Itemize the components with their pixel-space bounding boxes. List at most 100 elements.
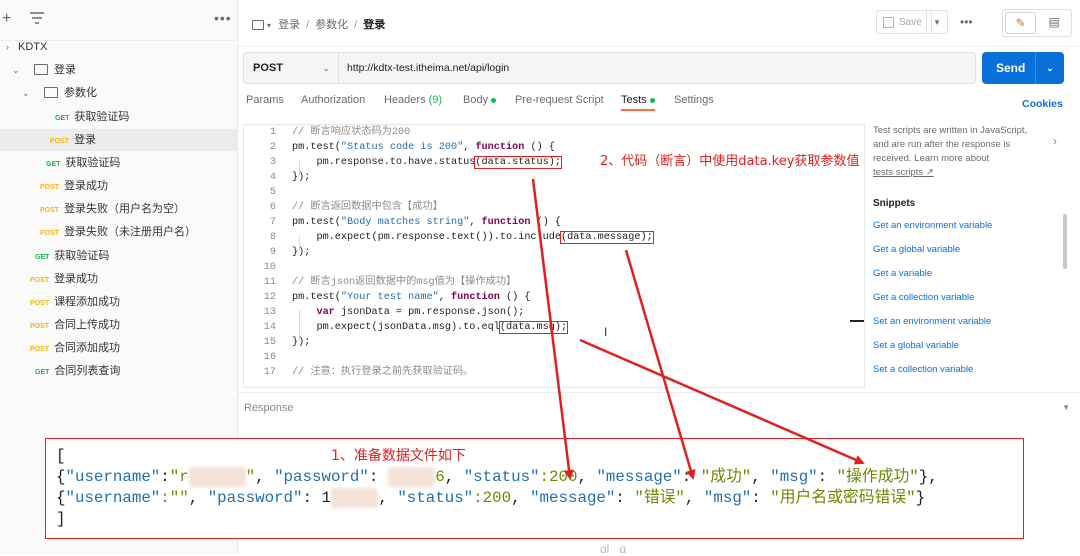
tab-settings[interactable]: Settings — [674, 94, 714, 106]
chevron-down-icon[interactable]: ▼ — [1062, 403, 1070, 412]
json-punct: } — [915, 489, 926, 507]
more-icon[interactable]: ••• — [214, 10, 232, 26]
code-keyword: function — [450, 292, 500, 303]
highlight-data-message: (data.message); — [560, 231, 654, 244]
code-line: pm.expect(jsonData.msg).to.eql(data.msg)… — [292, 320, 569, 335]
collection-kdtx[interactable]: › KDTX — [6, 36, 47, 58]
tab-body[interactable]: Body — [463, 94, 497, 106]
send-label: Send — [996, 61, 1026, 75]
code-line: pm.test("Body matches string", function … — [292, 215, 561, 230]
request-item[interactable]: POST 课程添加成功 — [30, 291, 120, 313]
code-token: pm.test( — [292, 142, 341, 153]
tab-authorization[interactable]: Authorization — [301, 94, 365, 106]
filter-icon[interactable] — [30, 12, 44, 24]
request-item[interactable]: POST 合同添加成功 — [30, 337, 120, 359]
save-button[interactable]: Save — [876, 10, 932, 34]
json-key: "msg" — [703, 489, 752, 507]
breadcrumb-item[interactable]: 登录 — [278, 19, 300, 31]
send-button[interactable]: Send ⌄ — [982, 52, 1064, 84]
cookies-link[interactable]: Cookies — [1022, 98, 1063, 110]
tests-scripts-link[interactable]: tests scripts ↗ — [873, 167, 934, 178]
line-number: 15 — [263, 337, 276, 348]
line-number: 9 — [269, 247, 276, 258]
code-token: pm.expect(pm.response.text()).to.include — [292, 232, 561, 243]
request-item[interactable]: POST 合同上传成功 — [30, 314, 120, 336]
tab-count: (9) — [428, 94, 443, 106]
method-select[interactable]: POST ⌄ — [244, 53, 339, 83]
code-string: "Body matches string" — [340, 217, 470, 228]
breadcrumb-current: 登录 — [363, 19, 386, 31]
snippet-item[interactable]: Get a variable — [873, 268, 932, 279]
tree-label: 合同列表查询 — [54, 365, 121, 377]
tab-label: Tests — [621, 94, 647, 106]
request-header: ▾ 登录 / 参数化 / 登录 Save ▾ ••• ✎ ▤ — [238, 0, 1080, 47]
tree-label: 登录 — [54, 64, 76, 76]
response-panel: Response ▼ — [238, 392, 1080, 421]
line-number: 2 — [269, 142, 276, 153]
request-item[interactable]: GET 合同列表查询 — [35, 360, 120, 382]
chevron-down-icon[interactable]: ⌄ — [1035, 52, 1064, 84]
tree-label: 获取验证码 — [54, 250, 110, 262]
method-badge: POST — [30, 323, 50, 330]
json-punct: }, — [918, 468, 938, 486]
plus-icon[interactable]: + — [2, 10, 11, 28]
code-token: , — [438, 292, 451, 303]
comment-icon[interactable]: ▤ — [1039, 12, 1069, 34]
snippet-item[interactable]: Set a collection variable — [873, 364, 973, 375]
snippet-item[interactable]: Get a global variable — [873, 244, 960, 255]
snippet-item[interactable]: Get an environment variable — [873, 220, 992, 231]
request-item[interactable]: POST 登录失败（未注册用户名） — [40, 221, 196, 243]
request-item[interactable]: GET 获取验证码 — [46, 152, 120, 174]
request-item[interactable]: POST 登录成功 — [40, 175, 108, 197]
code-token: , — [469, 217, 482, 228]
tab-headers[interactable]: Headers (9) — [384, 94, 442, 106]
scrollbar[interactable] — [1063, 214, 1067, 269]
code-keyword: var — [292, 307, 335, 318]
request-item-selected[interactable]: POST 登录 — [0, 129, 237, 151]
line-number: 16 — [263, 352, 276, 363]
json-row-2: {"username":"", "password": 1xxxxx, "sta… — [56, 488, 926, 508]
code-token: () { — [499, 292, 531, 303]
json-value: 6 — [435, 468, 445, 486]
chevron-down-icon: ⌄ — [22, 88, 30, 98]
tab-label: Body — [463, 94, 489, 106]
url-input[interactable]: http://kdtx-test.itheima.net/api/login — [347, 53, 509, 83]
chevron-right-icon[interactable]: › — [1053, 134, 1057, 148]
more-icon[interactable]: ••• — [960, 15, 973, 29]
json-value: "错误" — [634, 489, 685, 507]
code-line: pm.test("Your test name", function () { — [292, 290, 530, 305]
tab-params[interactable]: Params — [246, 94, 284, 106]
request-item[interactable]: GET 获取验证码 — [35, 245, 109, 267]
status-dot — [649, 97, 655, 103]
snippet-item[interactable]: Set an environment variable — [873, 316, 991, 327]
save-dropdown-button[interactable]: ▾ — [926, 10, 948, 34]
line-number: 17 — [263, 367, 276, 378]
tab-pre-request-script[interactable]: Pre-request Script — [515, 94, 604, 106]
redacted-value: xxxxxx — [188, 467, 246, 487]
code-token: pm.test( — [292, 292, 341, 303]
tab-tests[interactable]: Tests — [621, 94, 655, 111]
breadcrumb-item[interactable]: 参数化 — [315, 19, 348, 31]
folder-params[interactable]: ⌄ 参数化 — [22, 82, 97, 104]
view-toggle: ✎ ▤ — [1002, 9, 1072, 37]
url-bar: POST ⌄ http://kdtx-test.itheima.net/api/l… — [243, 52, 976, 84]
folder-login[interactable]: ⌄ 登录 — [12, 59, 76, 81]
method-badge: POST — [30, 300, 50, 307]
line-number: 1 — [269, 127, 276, 138]
chevron-down-icon: ▾ — [267, 21, 272, 30]
request-item[interactable]: POST 登录成功 — [30, 268, 98, 290]
snippet-item[interactable]: Set a global variable — [873, 340, 959, 351]
line-number: 6 — [269, 202, 276, 213]
code-comment: // 断言响应状态码为200 — [292, 127, 411, 138]
request-item[interactable]: GET 获取验证码 — [55, 106, 129, 128]
snippet-item[interactable]: Get a collection variable — [873, 292, 974, 303]
tree-label: 合同添加成功 — [54, 342, 121, 354]
json-key: "status" — [397, 489, 474, 507]
pencil-icon[interactable]: ✎ — [1005, 12, 1036, 34]
code-keyword: function — [475, 142, 525, 153]
method-badge: POST — [40, 230, 60, 237]
redacted-value: xxxxx — [330, 488, 379, 508]
code-token: pm.expect(jsonData.msg).to.eql — [292, 322, 500, 333]
request-item[interactable]: POST 登录失败（用户名为空） — [40, 198, 185, 220]
line-number: 3 — [269, 157, 276, 168]
